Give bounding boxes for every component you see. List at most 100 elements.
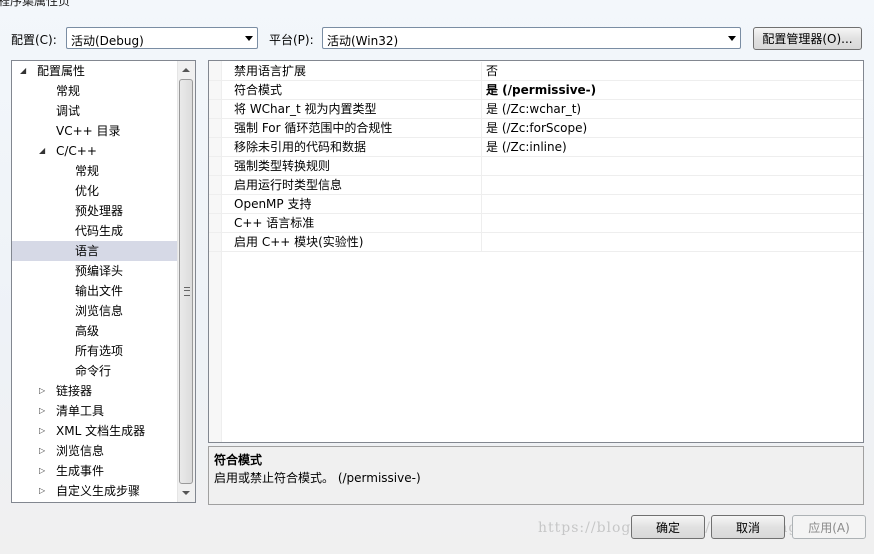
property-value[interactable]: 否 [486,62,498,80]
description-title: 符合模式 [214,453,263,467]
column-separator [481,100,482,119]
property-name: C++ 语言标准 [234,216,315,230]
property-row[interactable]: 启用运行时类型信息 [209,176,863,195]
chevron-down-icon [728,36,736,41]
tree-item-label: 语言 [75,244,100,258]
tree-item[interactable]: 调试 [12,101,179,121]
tree-item[interactable]: 预处理器 [12,201,179,221]
property-row[interactable]: 强制类型转换规则 [209,157,863,176]
title-bar: 程序集属性页 [0,0,874,18]
tree-item[interactable]: VC++ 目录 [12,121,179,141]
cancel-button[interactable]: 取消 [711,515,785,539]
tree-item-label: 调试 [56,104,81,118]
property-value[interactable]: 是 (/Zc:forScope) [486,119,587,137]
scroll-up-icon[interactable] [182,68,190,72]
property-value[interactable]: 是 (/Zc:inline) [486,138,567,156]
property-row[interactable]: C++ 语言标准 [209,214,863,233]
tree-item-label: 输出文件 [75,284,124,298]
tree-item[interactable]: 预编译头 [12,261,179,281]
column-separator [481,138,482,157]
property-name: 符合模式 [234,83,283,97]
tree-item-label: 配置属性 [37,64,86,78]
expanded-icon[interactable]: ◢ [39,141,45,161]
platform-dropdown[interactable]: 活动(Win32) [322,27,741,49]
tree-item[interactable]: ▷ 链接器 [12,381,179,401]
column-separator [481,195,482,214]
tree-item-label: 预处理器 [75,204,124,218]
property-value[interactable]: 是 (/Zc:wchar_t) [486,100,581,118]
expanded-icon[interactable]: ◢ [20,61,26,81]
tree-item[interactable]: 命令行 [12,361,179,381]
tree-item-label: 命令行 [75,364,112,378]
chevron-down-icon [245,36,253,41]
tree-item[interactable]: 代码生成 [12,221,179,241]
column-separator [481,119,482,138]
tree-item[interactable]: 常规 [12,161,179,181]
property-name: 移除未引用的代码和数据 [234,140,367,154]
tree-item[interactable]: ▷ 自定义生成步骤 [12,481,179,501]
property-tree[interactable]: ◢ 配置属性 常规 调试 VC++ 目录 ◢ C/C++ 常规 优化 预处理器 代码生成 语言 预编译头… [11,60,196,503]
tree-item-label: 清单工具 [56,404,105,418]
tree-item-label: 自定义生成步骤 [56,484,141,498]
property-name: 强制类型转换规则 [234,159,331,173]
config-dropdown[interactable]: 活动(Debug) [66,27,258,49]
platform-label: 平台(P): [269,33,314,47]
column-separator [481,62,482,81]
tree-item[interactable]: ▷ XML 文档生成器 [12,421,179,441]
collapsed-icon[interactable]: ▷ [39,441,45,461]
column-separator [481,176,482,195]
property-row[interactable]: 将 WChar_t 视为内置类型 是 (/Zc:wchar_t) [209,100,863,119]
property-row[interactable]: 符合模式 是 (/permissive-) [209,81,863,100]
tree-item[interactable]: ◢ 配置属性 [12,61,179,81]
tree-item-label: 常规 [75,164,100,178]
property-row[interactable]: OpenMP 支持 [209,195,863,214]
tree-item[interactable]: ▷ 生成事件 [12,461,179,481]
tree-item[interactable]: ◢ C/C++ [12,141,179,161]
ok-button[interactable]: 确定 [631,515,705,539]
property-row[interactable]: 强制 For 循环范围中的合规性 是 (/Zc:forScope) [209,119,863,138]
tree-item-label: 优化 [75,184,100,198]
property-value[interactable]: 是 (/permissive-) [486,81,596,99]
property-row[interactable]: 禁用语言扩展 否 [209,62,863,81]
tree-item-label: 预编译头 [75,264,124,278]
tree-item[interactable]: 语言 [12,241,179,261]
tree-item-label: 浏览信息 [56,444,105,458]
collapsed-icon[interactable]: ▷ [39,461,45,481]
property-name: 启用运行时类型信息 [234,178,343,192]
property-name: 将 WChar_t 视为内置类型 [234,102,377,116]
column-separator [481,157,482,176]
tree-item-label: 高级 [75,324,100,338]
platform-dropdown-value: 活动(Win32) [327,34,399,48]
tree-item[interactable]: ▷ 浏览信息 [12,441,179,461]
property-grid[interactable]: 禁用语言扩展否符合模式是 (/permissive-) 将 WChar_t 视为内… [208,60,864,443]
tree-item[interactable]: ▷ 清单工具 [12,401,179,421]
collapsed-icon[interactable]: ▷ [39,481,45,501]
tree-item[interactable]: 优化 [12,181,179,201]
tree-item[interactable]: 浏览信息 [12,301,179,321]
column-separator [481,233,482,252]
tree-item-label: 链接器 [56,384,93,398]
tree-item[interactable]: 所有选项 [12,341,179,361]
property-row[interactable]: 启用 C++ 模块(实验性) [209,233,863,252]
property-name: 强制 For 循环范围中的合规性 [234,121,393,135]
scroll-thumb[interactable] [179,79,193,484]
scroll-down-icon[interactable] [182,491,190,495]
collapsed-icon[interactable]: ▷ [39,401,45,421]
property-row[interactable]: 移除未引用的代码和数据 是 (/Zc:inline) [209,138,863,157]
description-panel: 符合模式 启用或禁止符合模式。 (/permissive-) [208,446,864,505]
tree-scrollbar[interactable] [177,61,195,502]
description-text: 启用或禁止符合模式。 (/permissive-) [214,471,421,485]
tree-item-label: VC++ 目录 [56,124,121,138]
apply-button[interactable]: 应用(A) [792,515,866,539]
window-title: 程序集属性页 [0,0,71,8]
collapsed-icon[interactable]: ▷ [39,381,45,401]
tree-item-label: C/C++ [56,144,97,158]
tree-item-label: 浏览信息 [75,304,124,318]
collapsed-icon[interactable]: ▷ [39,421,45,441]
tree-item[interactable]: 输出文件 [12,281,179,301]
config-manager-button[interactable]: 配置管理器(O)... [753,27,862,50]
tree-item[interactable]: 高级 [12,321,179,341]
tree-item-label: 生成事件 [56,464,105,478]
grip-icon [184,287,190,296]
tree-item[interactable]: 常规 [12,81,179,101]
